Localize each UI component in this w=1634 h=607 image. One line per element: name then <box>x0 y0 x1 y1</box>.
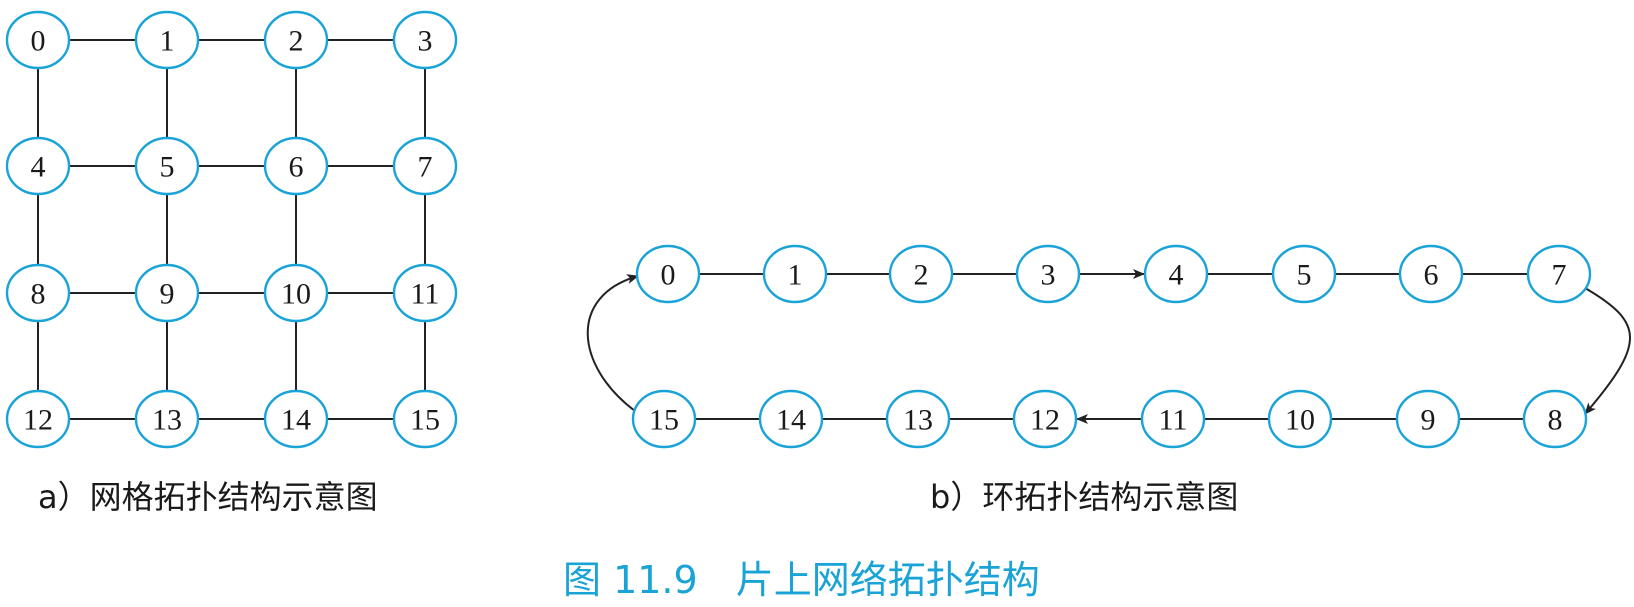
grid-node-3: 3 <box>392 10 458 70</box>
grid-node-1: 1 <box>134 10 200 70</box>
grid-node-10-label: 10 <box>281 278 311 311</box>
ring-node-12-label: 12 <box>1030 404 1060 437</box>
grid-node-1-label: 1 <box>160 25 175 58</box>
ring-node-14: 14 <box>758 389 824 449</box>
grid-node-0: 0 <box>5 10 71 70</box>
ring-node-7-label: 7 <box>1552 259 1567 292</box>
grid-node-2: 2 <box>263 10 329 70</box>
ring-node-4: 4 <box>1143 244 1209 304</box>
ring-nodes: 0 1 2 3 4 5 6 715 14 13 12 11 10 9 8 <box>631 244 1592 449</box>
ring-node-10: 10 <box>1267 389 1333 449</box>
ring-edges <box>586 269 1631 424</box>
ring-node-8: 8 <box>1522 389 1588 449</box>
grid-edges <box>37 39 426 420</box>
grid-node-13: 13 <box>134 389 200 449</box>
grid-node-8: 8 <box>5 263 71 323</box>
ring-node-10-label: 10 <box>1285 404 1315 437</box>
grid-node-11: 11 <box>392 263 458 323</box>
grid-node-14-label: 14 <box>281 404 311 437</box>
grid-node-8-label: 8 <box>31 278 46 311</box>
ring-node-5-label: 5 <box>1297 259 1312 292</box>
ring-node-11-label: 11 <box>1159 404 1188 437</box>
caption-a: a）网格拓扑结构示意图 <box>38 478 378 516</box>
grid-node-6-label: 6 <box>289 151 304 184</box>
ring-node-1-label: 1 <box>788 259 803 292</box>
ring-node-8-label: 8 <box>1548 404 1563 437</box>
grid-node-10: 10 <box>263 263 329 323</box>
grid-node-15-label: 15 <box>410 404 440 437</box>
ring-node-14-label: 14 <box>776 404 806 437</box>
caption-b: b）环拓扑结构示意图 <box>930 478 1238 516</box>
ring-node-3-label: 3 <box>1041 259 1056 292</box>
grid-node-13-label: 13 <box>152 404 182 437</box>
grid-node-5-label: 5 <box>160 151 175 184</box>
ring-node-2-label: 2 <box>914 259 929 292</box>
ring-node-9-label: 9 <box>1421 404 1436 437</box>
ring-node-15: 15 <box>631 389 697 449</box>
grid-node-4: 4 <box>5 136 71 196</box>
ring-node-5: 5 <box>1271 244 1337 304</box>
grid-node-2-label: 2 <box>289 25 304 58</box>
grid-node-12: 12 <box>5 389 71 449</box>
ring-node-2: 2 <box>888 244 954 304</box>
grid-node-3-label: 3 <box>418 25 433 58</box>
ring-node-4-label: 4 <box>1169 259 1184 292</box>
ring-node-12: 12 <box>1012 389 1078 449</box>
ring-node-13-label: 13 <box>903 404 933 437</box>
ring-node-9: 9 <box>1395 389 1461 449</box>
ring-node-13: 13 <box>885 389 951 449</box>
grid-node-7-label: 7 <box>418 151 433 184</box>
grid-topology-diagram: 0 1 2 34 5 6 78 9 10 1112 13 14 15 <box>5 10 458 449</box>
grid-node-11-label: 11 <box>411 278 440 311</box>
ring-node-1: 1 <box>762 244 828 304</box>
grid-node-9-label: 9 <box>160 278 175 311</box>
ring-arrow-15-0 <box>586 274 639 412</box>
grid-node-4-label: 4 <box>31 151 46 184</box>
ring-node-6-label: 6 <box>1424 259 1439 292</box>
grid-node-12-label: 12 <box>23 404 53 437</box>
grid-node-6: 6 <box>263 136 329 196</box>
grid-node-0-label: 0 <box>31 25 46 58</box>
ring-topology-diagram: 0 1 2 3 4 5 6 715 14 13 12 11 10 9 8 <box>586 244 1631 449</box>
figure-canvas: 0 1 2 34 5 6 78 9 10 1112 13 14 15 0 1 2 3 4 5 6 715 14 13 12 1… <box>5 10 1631 602</box>
ring-node-15-label: 15 <box>649 404 679 437</box>
ring-arrow-7-8 <box>1584 287 1631 415</box>
grid-node-5: 5 <box>134 136 200 196</box>
ring-node-0: 0 <box>635 244 701 304</box>
ring-node-11: 11 <box>1140 389 1206 449</box>
ring-node-6: 6 <box>1398 244 1464 304</box>
grid-node-9: 9 <box>134 263 200 323</box>
grid-node-14: 14 <box>263 389 329 449</box>
ring-node-0-label: 0 <box>661 259 676 292</box>
grid-node-15: 15 <box>392 389 458 449</box>
ring-node-3: 3 <box>1015 244 1081 304</box>
grid-node-7: 7 <box>392 136 458 196</box>
grid-nodes: 0 1 2 34 5 6 78 9 10 1112 13 14 15 <box>5 10 458 449</box>
figure-title: 图 11.9 片上网络拓扑结构 <box>563 558 1040 602</box>
ring-node-7: 7 <box>1526 244 1592 304</box>
